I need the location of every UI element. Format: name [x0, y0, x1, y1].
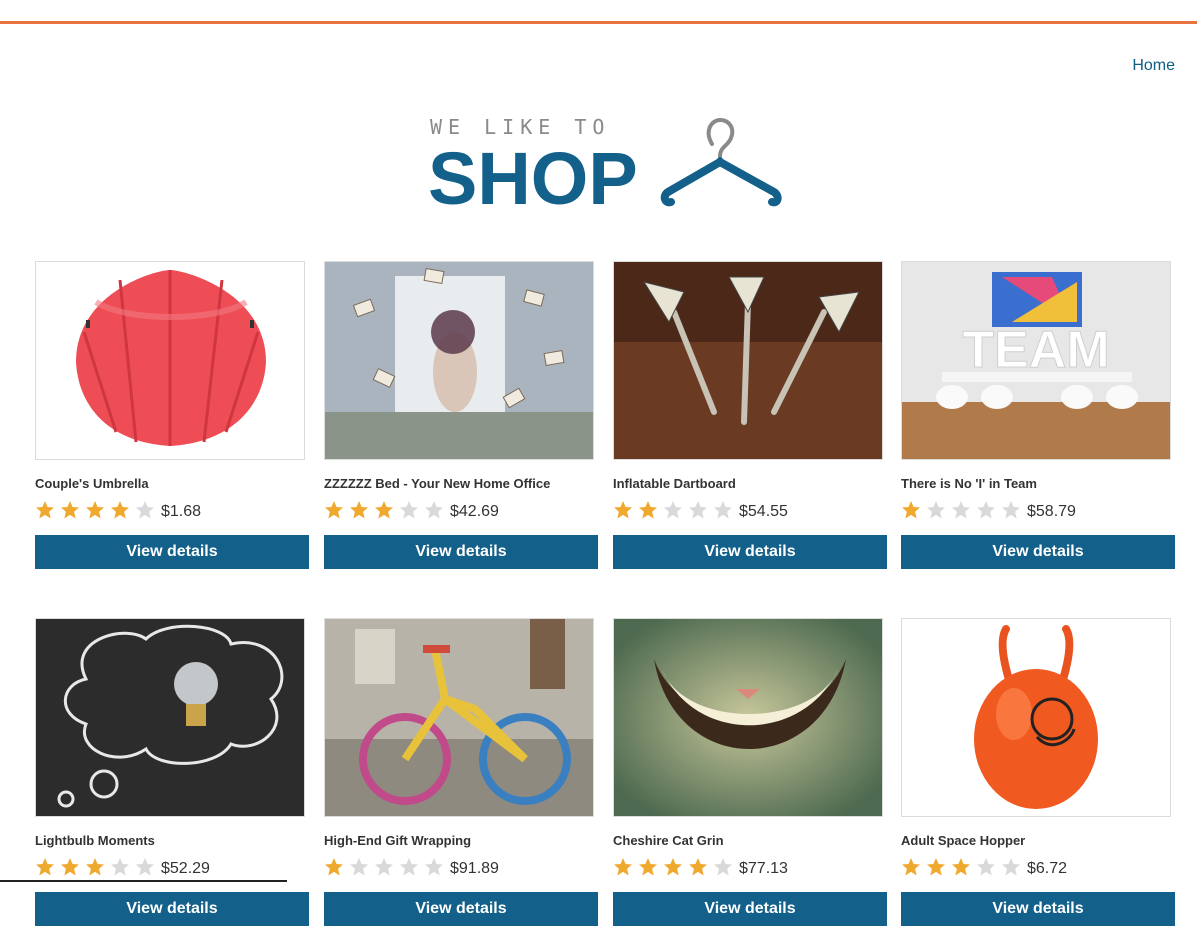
star-filled-icon — [61, 501, 79, 519]
product-image-cat-grin[interactable] — [613, 618, 883, 817]
star-empty-icon — [425, 501, 443, 519]
star-filled-icon — [86, 501, 104, 519]
product-name[interactable]: High-End Gift Wrapping — [324, 833, 471, 848]
product-price: $6.72 — [1027, 860, 1068, 877]
product-image-lightbulb[interactable] — [35, 618, 305, 817]
view-details-button[interactable]: View details — [324, 892, 598, 926]
star-empty-icon — [977, 501, 995, 519]
star-empty-icon — [400, 501, 418, 519]
view-details-button[interactable]: View details — [901, 535, 1175, 569]
rating-stars — [901, 498, 1026, 522]
star-filled-icon — [614, 501, 632, 519]
rating-stars — [324, 855, 449, 879]
star-empty-icon — [136, 858, 154, 876]
product-image-darts[interactable] — [613, 261, 883, 460]
logo-wordmark: SHOP — [428, 137, 638, 212]
rating-stars — [35, 498, 160, 522]
home-link[interactable]: Home — [1132, 57, 1175, 75]
product-name[interactable]: ZZZZZZ Bed - Your New Home Office — [324, 476, 550, 491]
product-image-bed[interactable] — [324, 261, 594, 460]
star-empty-icon — [425, 858, 443, 876]
product-price: $77.13 — [739, 860, 788, 877]
star-filled-icon — [664, 858, 682, 876]
product-price: $58.79 — [1027, 503, 1076, 520]
product-name[interactable]: Lightbulb Moments — [35, 833, 155, 848]
view-details-button[interactable]: View details — [324, 535, 598, 569]
star-filled-icon — [902, 501, 920, 519]
view-details-button[interactable]: View details — [35, 535, 309, 569]
star-empty-icon — [375, 858, 393, 876]
star-filled-icon — [639, 858, 657, 876]
star-filled-icon — [111, 501, 129, 519]
product-price: $52.29 — [161, 860, 210, 877]
product-name[interactable]: Cheshire Cat Grin — [613, 833, 724, 848]
star-filled-icon — [36, 858, 54, 876]
product-image-space-hopper[interactable] — [901, 618, 1171, 817]
shop-logo[interactable]: WE LIKE TO SHOP — [428, 116, 784, 212]
star-filled-icon — [614, 858, 632, 876]
star-empty-icon — [1002, 501, 1020, 519]
product-image-team[interactable]: TEAM — [901, 261, 1171, 460]
star-filled-icon — [902, 858, 920, 876]
star-filled-icon — [36, 501, 54, 519]
star-filled-icon — [689, 858, 707, 876]
rating-stars — [35, 855, 160, 879]
product-price: $1.68 — [161, 503, 202, 520]
view-details-button[interactable]: View details — [901, 892, 1175, 926]
star-empty-icon — [350, 858, 368, 876]
star-empty-icon — [136, 501, 154, 519]
product-name[interactable]: There is No 'I' in Team — [901, 476, 1037, 491]
star-filled-icon — [639, 501, 657, 519]
star-empty-icon — [111, 858, 129, 876]
product-name[interactable]: Adult Space Hopper — [901, 833, 1025, 848]
star-empty-icon — [400, 858, 418, 876]
product-image-bicycle[interactable] — [324, 618, 594, 817]
product-price: $91.89 — [450, 860, 499, 877]
view-details-button[interactable]: View details — [613, 535, 887, 569]
product-price: $42.69 — [450, 503, 499, 520]
logo-tagline: WE LIKE TO — [430, 116, 610, 139]
star-empty-icon — [952, 501, 970, 519]
rating-stars — [613, 498, 738, 522]
star-empty-icon — [714, 858, 732, 876]
view-details-button[interactable]: View details — [35, 892, 309, 926]
star-filled-icon — [61, 858, 79, 876]
hanger-icon — [660, 118, 782, 207]
product-price: $54.55 — [739, 503, 788, 520]
product-name[interactable]: Couple's Umbrella — [35, 476, 149, 491]
header-divider — [0, 21, 1197, 24]
star-filled-icon — [350, 501, 368, 519]
star-empty-icon — [1002, 858, 1020, 876]
rating-stars — [901, 855, 1026, 879]
rating-stars — [324, 498, 449, 522]
view-details-button[interactable]: View details — [613, 892, 887, 926]
star-filled-icon — [927, 858, 945, 876]
rating-stars — [613, 855, 738, 879]
star-empty-icon — [977, 858, 995, 876]
star-filled-icon — [86, 858, 104, 876]
svg-text:TEAM: TEAM — [962, 321, 1109, 379]
star-filled-icon — [325, 501, 343, 519]
product-name[interactable]: Inflatable Dartboard — [613, 476, 736, 491]
star-filled-icon — [952, 858, 970, 876]
star-empty-icon — [714, 501, 732, 519]
star-empty-icon — [927, 501, 945, 519]
product-image-umbrella[interactable] — [35, 261, 305, 460]
star-filled-icon — [375, 501, 393, 519]
star-empty-icon — [664, 501, 682, 519]
star-filled-icon — [325, 858, 343, 876]
star-empty-icon — [689, 501, 707, 519]
